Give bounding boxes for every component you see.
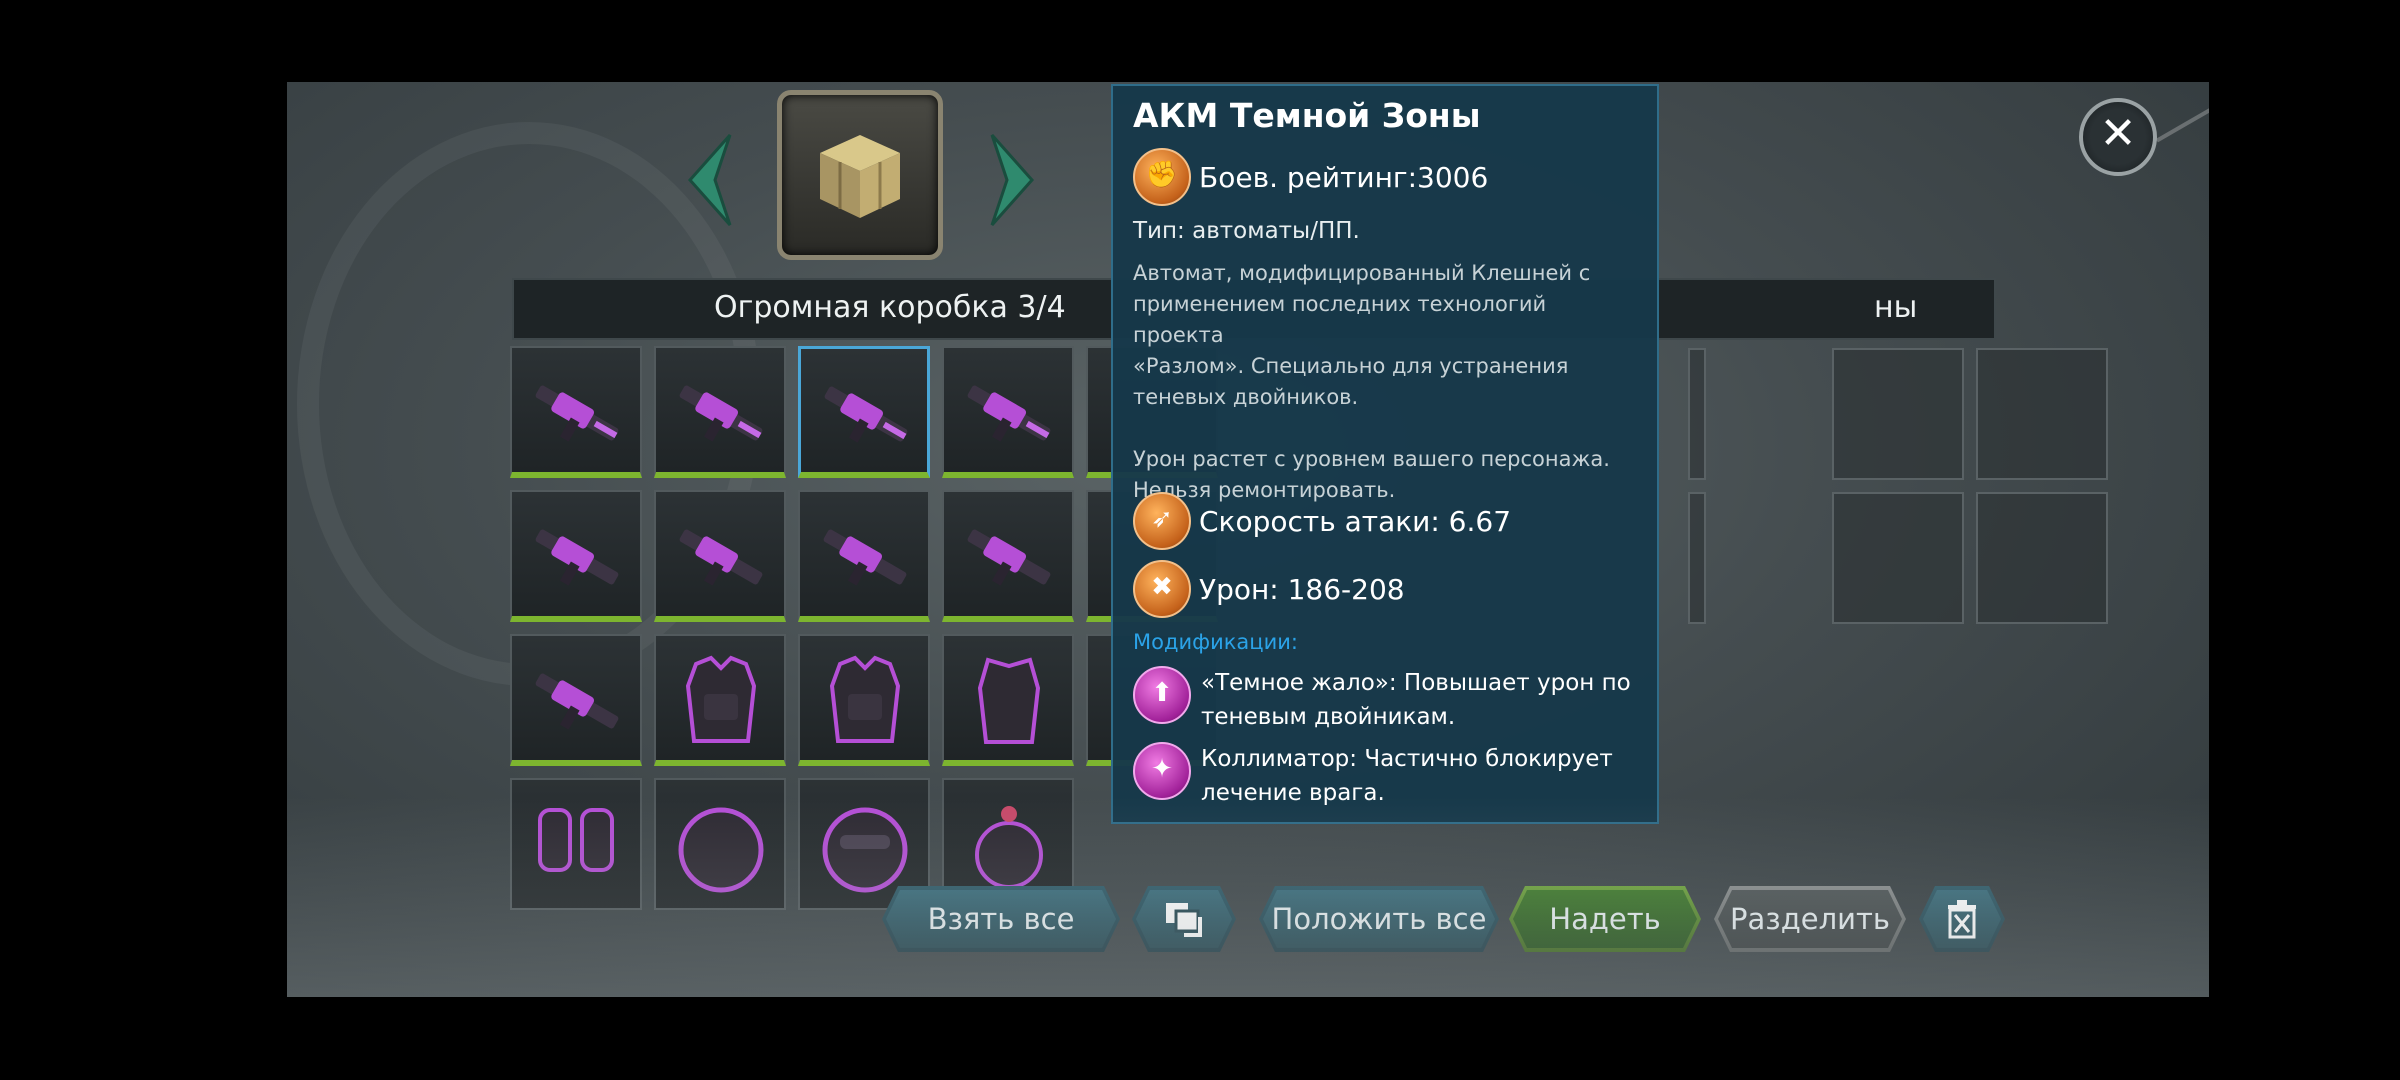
gloves-icon xyxy=(538,808,614,872)
rifle-icon xyxy=(967,385,1051,442)
combat-rating: Боев. рейтинг:3006 xyxy=(1199,160,1489,194)
rifle-icon xyxy=(823,529,907,586)
grenade-icon xyxy=(975,806,1043,889)
item-slot-gun[interactable] xyxy=(942,346,1074,478)
put-all-label: Положить все xyxy=(1271,902,1487,936)
damage-icon: ✖ xyxy=(1133,560,1191,618)
mod-collimator-text: Коллиматор: Частично блокирует лечение в… xyxy=(1201,746,1613,806)
inventory-slot-empty[interactable] xyxy=(1832,492,1964,624)
mods-title: Модификации: xyxy=(1133,630,1298,654)
rifle-icon xyxy=(967,529,1051,586)
item-slot-gun-selected[interactable] xyxy=(798,346,930,478)
split-button[interactable]: Разделить xyxy=(1714,886,1906,952)
item-name: АКМ Темной Зоны xyxy=(1133,96,1481,135)
vest-icon xyxy=(685,655,757,743)
equip-button[interactable]: Надеть xyxy=(1509,886,1701,952)
mask-icon xyxy=(822,807,908,893)
vest-icon xyxy=(977,657,1041,744)
attack-speed-row: ➶ Скорость атаки: 6.67 xyxy=(1133,492,1511,550)
container-icon xyxy=(777,90,943,260)
inventory-title-fragment: ны xyxy=(1874,290,1918,325)
item-slot-gun[interactable] xyxy=(654,490,786,622)
delete-button[interactable] xyxy=(1919,886,2005,952)
rifle-icon xyxy=(679,529,763,586)
item-slot-armor[interactable] xyxy=(942,634,1074,766)
delete-icon xyxy=(1945,899,1979,939)
damage: Урон: 186-208 xyxy=(1199,572,1405,606)
split-label: Разделить xyxy=(1730,902,1890,936)
item-slot-armor[interactable] xyxy=(798,634,930,766)
rifle-icon xyxy=(535,673,619,730)
combat-rating-row: ✊ Боев. рейтинг:3006 xyxy=(1133,148,1488,206)
rifle-icon xyxy=(824,386,908,443)
rifle-icon xyxy=(535,385,619,442)
item-type: Тип: автоматы/ПП. xyxy=(1133,218,1360,244)
item-slot-gun[interactable] xyxy=(510,634,642,766)
take-all-label: Взять все xyxy=(927,902,1075,936)
close-button[interactable]: ✕ xyxy=(2079,98,2157,176)
mod-dark-sting: ⬆ «Темное жало»: Повышает урон по теневы… xyxy=(1133,666,1643,734)
item-slot-armor[interactable] xyxy=(654,634,786,766)
put-all-button[interactable]: Положить все xyxy=(1259,886,1499,952)
mod-collimator: ✦ Коллиматор: Частично блокирует лечение… xyxy=(1133,742,1643,810)
rifle-icon xyxy=(679,385,763,442)
item-slot-gun[interactable] xyxy=(798,490,930,622)
speed-icon: ➶ xyxy=(1133,492,1191,550)
take-all-button[interactable]: Взять все xyxy=(882,886,1120,952)
vest-icon xyxy=(829,655,901,743)
item-slot-gun[interactable] xyxy=(942,490,1074,622)
damage-row: ✖ Урон: 186-208 xyxy=(1133,560,1405,618)
item-slot-gun[interactable] xyxy=(510,346,642,478)
item-slot-gun[interactable] xyxy=(654,346,786,478)
inventory-slot-empty[interactable] xyxy=(1688,492,1706,624)
attack-speed: Скорость атаки: 6.67 xyxy=(1199,504,1512,538)
item-tooltip: АКМ Темной Зоны ✊ Боев. рейтинг:3006 Тип… xyxy=(1111,84,1659,824)
item-description: Автомат, модифицированный Клешней с прим… xyxy=(1133,261,1610,502)
item-slot-gloves[interactable] xyxy=(510,778,642,910)
inventory-slot-empty[interactable] xyxy=(1976,348,2108,480)
helmet-icon xyxy=(678,807,764,893)
inventory-slot-empty[interactable] xyxy=(1832,348,1964,480)
prev-container-arrow[interactable] xyxy=(675,130,745,230)
collimator-icon: ✦ xyxy=(1133,742,1191,800)
stack-icon xyxy=(1162,899,1206,939)
container-title: Огромная коробка 3/4 xyxy=(714,290,1066,325)
mod-dark-sting-text: «Темное жало»: Повышает урон по теневым … xyxy=(1201,670,1631,730)
item-slot-gun[interactable] xyxy=(510,490,642,622)
close-icon: ✕ xyxy=(2099,108,2137,159)
game-screen: Огромная коробка 3/4 ны АКМ Темной Зоны … xyxy=(287,82,2209,997)
equip-label: Надеть xyxy=(1549,902,1661,936)
inventory-slot-empty[interactable] xyxy=(1976,492,2108,624)
fist-icon: ✊ xyxy=(1133,148,1191,206)
item-slot-helmet[interactable] xyxy=(654,778,786,910)
rifle-icon xyxy=(535,529,619,586)
inventory-slot-empty[interactable] xyxy=(1688,348,1706,480)
stack-button[interactable] xyxy=(1132,886,1236,952)
dark-sting-icon: ⬆ xyxy=(1133,666,1191,724)
next-container-arrow[interactable] xyxy=(977,130,1047,230)
